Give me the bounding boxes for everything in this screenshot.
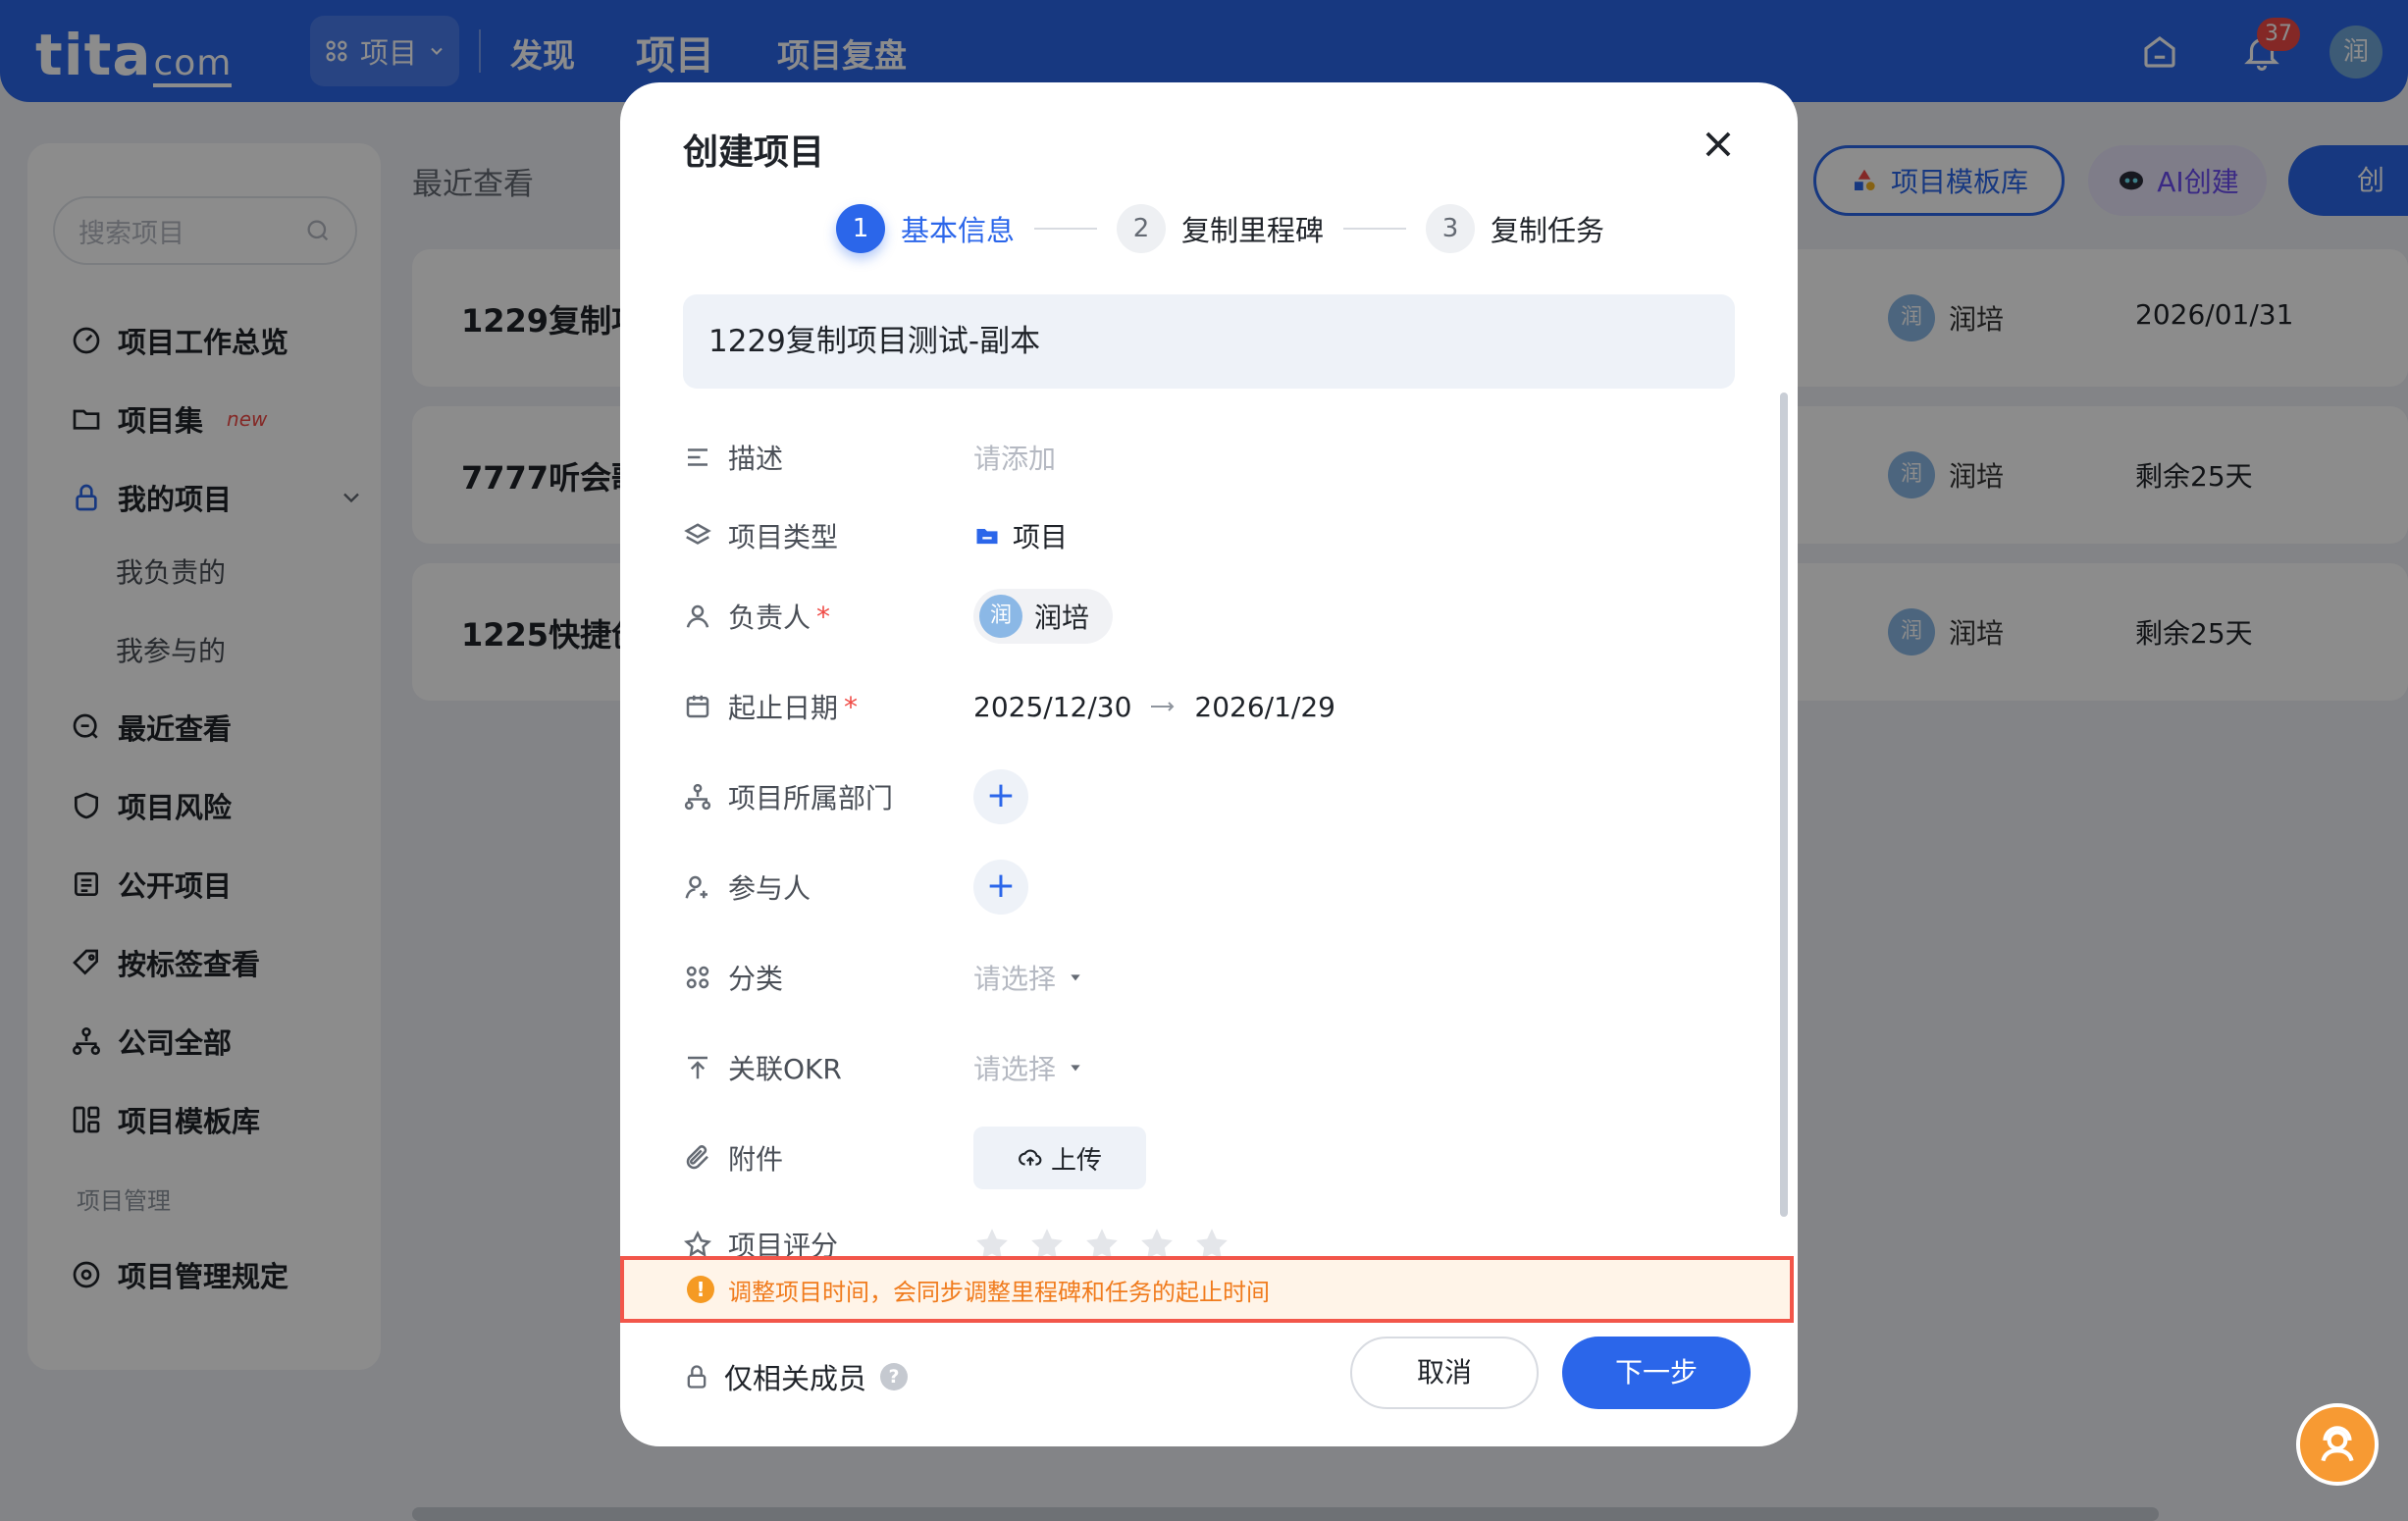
warning-text: 调整项目时间，会同步调整里程碑和任务的起止时间 <box>728 1278 1270 1306</box>
modal-scrollbar[interactable] <box>1780 393 1788 1217</box>
department-field: 项目所属部门 + <box>683 769 1762 824</box>
star-outline-icon <box>683 1230 712 1258</box>
step-copy-milestones[interactable]: 2 复制里程碑 <box>1117 204 1324 253</box>
folder-icon <box>976 529 998 545</box>
category-grid-icon <box>686 966 709 989</box>
attachment-field: 附件 上传 <box>683 1127 1762 1189</box>
info-icon: ! <box>687 1276 714 1303</box>
private-members-toggle[interactable]: 仅相关成员 ? <box>683 1356 909 1397</box>
create-project-modal: 创建项目 1 基本信息 2 复制里程碑 3 复制任务 1229复制项目测试-副本 描述… <box>620 82 1798 1446</box>
support-chat-button[interactable] <box>2296 1403 2379 1486</box>
lock-icon <box>687 1365 707 1389</box>
category-select[interactable]: 请选择 <box>973 958 1083 997</box>
step-indicator: 1 基本信息 2 复制里程碑 3 复制任务 <box>836 204 1604 253</box>
arrow-right-icon <box>1151 702 1175 711</box>
participants-field: 参与人 + <box>683 860 1762 915</box>
step-basic-info[interactable]: 1 基本信息 <box>836 204 1015 253</box>
okr-select[interactable]: 请选择 <box>973 1048 1083 1087</box>
upload-button[interactable]: 上传 <box>973 1127 1146 1189</box>
paperclip-icon <box>686 1145 708 1170</box>
required-mark: * <box>844 690 859 723</box>
next-step-button[interactable]: 下一步 <box>1562 1337 1751 1409</box>
align-top-icon <box>688 1056 707 1079</box>
owner-field: 负责人 * 润润培 <box>683 589 1762 644</box>
step-connector <box>1343 228 1407 230</box>
project-type-value[interactable]: 项目 <box>973 516 1068 555</box>
owner-chip[interactable]: 润润培 <box>973 589 1114 644</box>
start-date: 2025/12/30 <box>973 690 1132 723</box>
org-icon <box>684 783 711 811</box>
calendar-icon <box>686 695 709 718</box>
date-range-picker[interactable]: 2025/12/30 2026/1/29 <box>973 691 1335 723</box>
project-name-input[interactable]: 1229复制项目测试-副本 <box>683 294 1735 389</box>
required-mark: * <box>816 600 831 633</box>
date-warning-banner: ! 调整项目时间，会同步调整里程碑和任务的起止时间 <box>620 1256 1794 1323</box>
add-participant-button[interactable]: + <box>973 860 1028 915</box>
text-align-icon <box>688 448 707 466</box>
user-add-icon <box>685 875 707 899</box>
user-icon <box>686 604 709 628</box>
add-department-button[interactable]: + <box>973 769 1028 824</box>
modal-title: 创建项目 <box>683 132 825 173</box>
description-field: 描述 请添加 <box>683 430 1762 485</box>
caret-down-icon <box>1071 1065 1080 1072</box>
cloud-upload-icon <box>1019 1149 1042 1166</box>
end-date: 2026/1/29 <box>1194 690 1335 723</box>
category-field: 分类 请选择 <box>683 950 1762 1005</box>
help-icon[interactable]: ? <box>880 1363 909 1390</box>
step-copy-tasks[interactable]: 3 复制任务 <box>1426 204 1604 253</box>
avatar: 润 <box>979 595 1022 638</box>
headset-icon <box>2321 1426 2354 1462</box>
close-icon[interactable] <box>1700 126 1737 163</box>
date-field: 起止日期 * 2025/12/30 2026/1/29 <box>683 679 1762 734</box>
project-type-field: 项目类型 项目 <box>683 508 1762 563</box>
step-connector <box>1034 228 1098 230</box>
okr-field: 关联OKR 请选择 <box>683 1040 1762 1095</box>
caret-down-icon <box>1071 974 1080 981</box>
layers-icon <box>684 523 711 545</box>
description-input[interactable]: 请添加 <box>973 438 1056 477</box>
cancel-button[interactable]: 取消 <box>1350 1337 1539 1409</box>
